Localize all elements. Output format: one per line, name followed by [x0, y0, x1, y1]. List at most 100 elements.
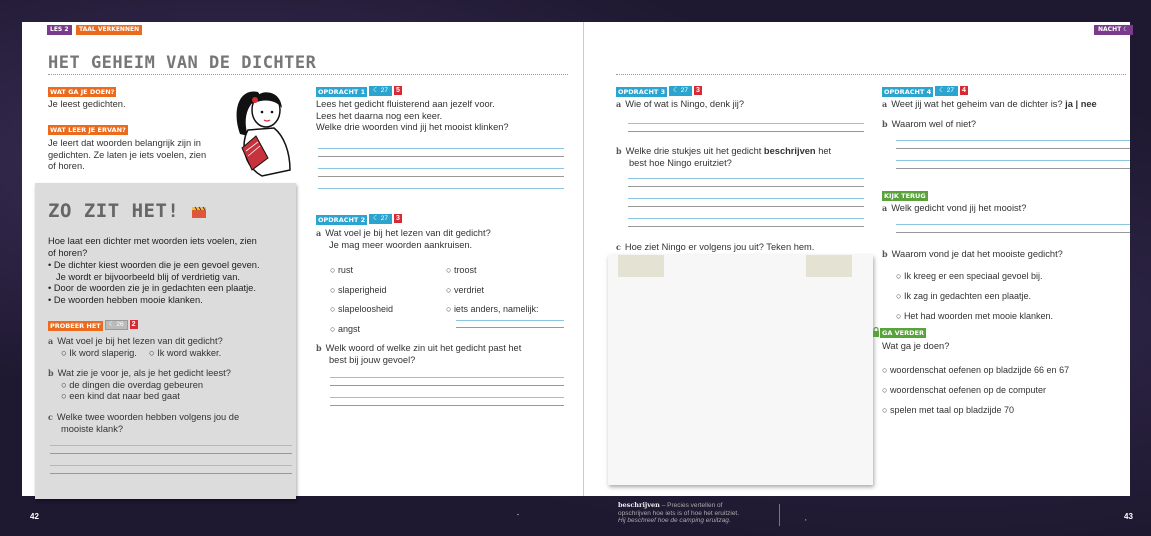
answer-line[interactable] [628, 131, 864, 132]
probeer-het-qa: a Wat voel je bij het lezen van dit gedic… [48, 336, 223, 358]
ja-nee-choice[interactable]: ja | nee [1065, 99, 1097, 109]
answer-line[interactable] [330, 397, 564, 398]
answer-line[interactable] [628, 178, 864, 179]
zo-zit-het-bullets: • De dichter kiest woorden die je een ge… [48, 260, 260, 306]
zo-zit-het-title: ZO ZIT HET! [48, 200, 207, 222]
answer-line[interactable] [628, 123, 864, 124]
lock-icon [873, 326, 879, 337]
book-spread: LES 2 TAAL VERKENNEN HET GEHEIM VAN DE D… [0, 0, 1151, 536]
radio-option[interactable]: ○ woordenschat oefenen op bladzijde 66 e… [882, 360, 1069, 380]
page-title: HET GEHEIM VAN DE DICHTER [48, 53, 317, 73]
radio-option[interactable]: ○ Ik word slaperig. [61, 348, 137, 358]
exercise-number: 5 [394, 86, 402, 95]
answer-line[interactable] [318, 168, 564, 169]
opdracht-2-options-right: ○ troost ○ verdriet ○ iets anders, namel… [446, 261, 538, 320]
top-divider [616, 74, 1126, 75]
answer-line[interactable] [896, 224, 1130, 225]
answer-line[interactable] [50, 445, 292, 446]
radio-option[interactable]: ○ Ik zag in gedachten een plaatje. [896, 286, 1053, 306]
answer-line[interactable] [896, 140, 1130, 141]
answer-line[interactable] [50, 473, 292, 474]
moon-icon: ☾ 27 [935, 86, 959, 96]
exercise-number: 3 [694, 86, 702, 95]
answer-line[interactable] [330, 405, 564, 406]
answer-line[interactable] [318, 188, 564, 189]
answer-line[interactable] [318, 156, 564, 157]
opdracht-1-header: OPDRACHT 1 ☾ 27 5 [316, 86, 402, 97]
opdracht-3-qb: b Welke drie stukjes uit het gedicht besc… [616, 146, 832, 168]
radio-option[interactable]: ○ spelen met taal op bladzijde 70 [882, 400, 1069, 420]
answer-line[interactable] [896, 148, 1130, 149]
page-number-left: 42 [30, 512, 39, 521]
tape-strip [806, 255, 852, 277]
bullet-item: • De dichter kiest woorden die je een ge… [48, 260, 260, 270]
section-tag: TAAL VERKENNEN [76, 25, 143, 35]
radio-option[interactable]: ○ een kind dat naar bed gaat [48, 391, 231, 403]
moon-icon: ☾ 27 [669, 86, 693, 96]
exercise-number: 3 [394, 214, 402, 223]
answer-line[interactable] [628, 226, 864, 227]
kijk-terug-label: KIJK TERUG [882, 191, 928, 201]
answer-line[interactable] [318, 176, 564, 177]
answer-line[interactable] [456, 320, 564, 321]
wat-leer-je-label: WAT LEER JE ERVAN? [48, 125, 128, 135]
ga-verder-options: ○ woordenschat oefenen op bladzijde 66 e… [882, 360, 1069, 420]
answer-line[interactable] [330, 377, 564, 378]
answer-line[interactable] [456, 327, 564, 328]
opdracht-2-options-left: ○ rust ○ slaperigheid ○ slapeloosheid ○ … [330, 261, 393, 339]
wat-leer-je-text: Je leert dat woorden belangrijk zijn in g… [48, 138, 207, 171]
radio-option[interactable]: ○ woordenschat oefenen op de computer [882, 380, 1069, 400]
opdracht-4-header: OPDRACHT 4 ☾ 27 4 [882, 86, 968, 97]
ga-verder-text: Wat ga je doen? [882, 341, 950, 351]
opdracht-3-qa: a Wie of wat is Ningo, denk jij? [616, 99, 745, 109]
checkbox-option[interactable]: ○ slapeloosheid [330, 300, 393, 320]
radio-option[interactable]: ○ Ik kreeg er een speciaal gevoel bij. [896, 266, 1053, 286]
opdracht-2-qa: a Wat voel je bij het lezen van dit gedic… [316, 228, 491, 250]
opdracht-4-qb: b Waarom wel of niet? [882, 119, 976, 129]
answer-line[interactable] [628, 198, 864, 199]
opdracht-2-header: OPDRACHT 2 ☾ 27 3 [316, 214, 402, 225]
probeer-het-qb: b Wat zie je voor je, als je het gedicht … [48, 368, 231, 403]
probeer-het-qc: c Welke twee woorden hebben volgens jou d… [48, 412, 240, 434]
radio-option[interactable]: ○ Ik word wakker. [149, 348, 221, 358]
answer-line[interactable] [628, 218, 864, 219]
exercise-number: 4 [960, 86, 968, 95]
checkbox-option[interactable]: ○ iets anders, namelijk: [446, 300, 538, 320]
opdracht-3-qc: c Hoe ziet Ningo er volgens jou uit? Teke… [616, 242, 815, 252]
checkbox-option[interactable]: ○ verdriet [446, 281, 538, 301]
answer-line[interactable] [318, 148, 564, 149]
radio-option[interactable]: ○ de dingen die overdag gebeuren [48, 380, 231, 392]
drawing-area[interactable] [608, 255, 873, 485]
bullet-item: • Door de woorden zie je in gedachten ee… [48, 283, 256, 293]
girl-reading-illustration [236, 91, 291, 177]
section-tag-nacht: NACHT ☾ [1094, 25, 1133, 35]
checkbox-option[interactable]: ○ rust [330, 261, 393, 281]
lesson-tag: LES 2 [47, 25, 72, 35]
answer-line[interactable] [50, 465, 292, 466]
checkbox-option[interactable]: ○ angst [330, 320, 393, 340]
answer-line[interactable] [330, 385, 564, 386]
opdracht-4-qa: a Weet jij wat het geheim van de dichter … [882, 99, 1097, 109]
answer-line[interactable] [896, 160, 1130, 161]
clapperboard-icon [192, 206, 207, 218]
kijk-terug-qb: b Waarom vond je dat het mooiste gedicht? [882, 249, 1063, 259]
bullet-item: • De woorden hebben mooie klanken. [48, 294, 203, 305]
moon-icon: ☾ 26 [104, 320, 128, 330]
answer-line[interactable] [628, 206, 864, 207]
zo-zit-het-intro: Hoe laat een dichter met woorden iets vo… [48, 236, 257, 258]
moon-icon: ☾ 27 [369, 214, 393, 224]
page-number-right: 43 [1124, 512, 1133, 521]
answer-line[interactable] [896, 232, 1130, 233]
exercise-number: 2 [129, 320, 138, 329]
probeer-het-header: PROBEER HET ☾ 26 2 [48, 320, 138, 331]
opdracht-3-header: OPDRACHT 3 ☾ 27 3 [616, 86, 702, 97]
radio-option[interactable]: ○ Het had woorden met mooie klanken. [896, 306, 1053, 326]
answer-line[interactable] [50, 453, 292, 454]
answer-line[interactable] [628, 186, 864, 187]
answer-line[interactable] [896, 168, 1130, 169]
kijk-terug-qa: a Welk gedicht vond jij het mooist? [882, 203, 1027, 213]
moon-icon: ☾ 27 [369, 86, 393, 96]
checkbox-option[interactable]: ○ troost [446, 261, 538, 281]
checkbox-option[interactable]: ○ slaperigheid [330, 281, 393, 301]
ga-verder-label: GA VERDER [872, 326, 926, 338]
